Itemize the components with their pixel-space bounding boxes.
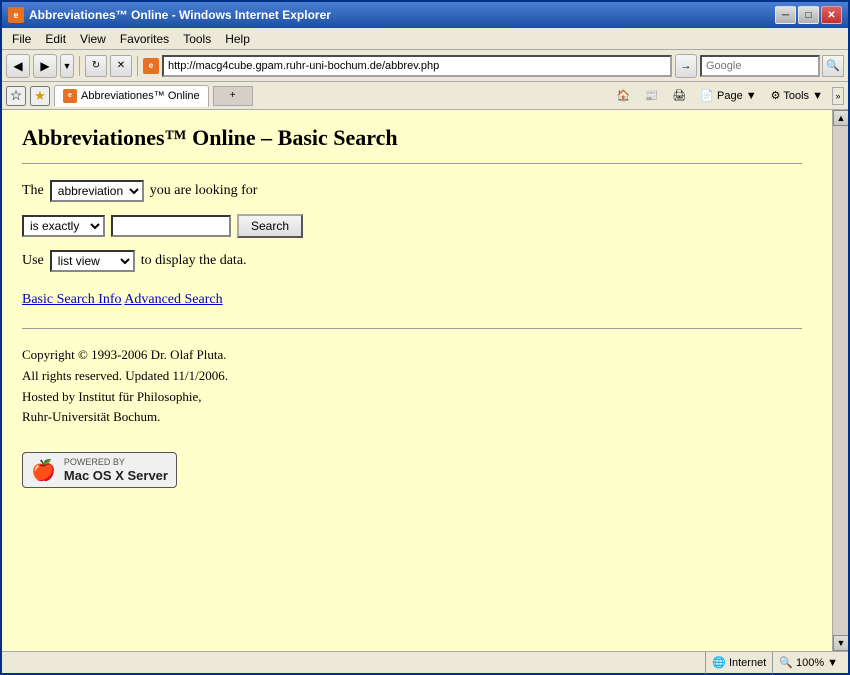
nav-separator bbox=[79, 56, 80, 76]
maximize-button[interactable]: □ bbox=[798, 6, 819, 24]
the-label: The bbox=[22, 183, 44, 199]
window-title: Abbreviationes™ Online - Windows Interne… bbox=[29, 8, 331, 22]
google-search-button[interactable]: 🔍 bbox=[822, 55, 844, 77]
tab-favicon: e bbox=[63, 89, 77, 103]
zoom-level-label: 100% bbox=[796, 657, 824, 669]
toolbar-right: 🏠 📰 🖨 📄 Page ▼ ⚙ Tools ▼ » bbox=[612, 87, 844, 105]
menu-favorites[interactable]: Favorites bbox=[114, 30, 175, 47]
status-zoom-panel[interactable]: 🔍 100% ▼ bbox=[772, 652, 844, 674]
footer-line2: All rights reserved. Updated 11/1/2006. bbox=[22, 366, 802, 387]
search-form: The abbreviation expansion title you are… bbox=[22, 180, 802, 272]
apple-logo-icon: 🍎 bbox=[31, 458, 56, 483]
title-bar-left: e Abbreviationes™ Online - Windows Inter… bbox=[8, 7, 331, 23]
links-row: Basic Search Info Advanced Search bbox=[22, 292, 802, 308]
tools-button[interactable]: ⚙ Tools ▼ bbox=[766, 87, 828, 104]
address-bar-container: e → bbox=[143, 54, 697, 78]
nav-dropdown-button[interactable]: ▼ bbox=[60, 54, 74, 78]
nav-separator-2 bbox=[137, 56, 138, 76]
type-select[interactable]: abbreviation expansion title bbox=[50, 180, 144, 202]
footer: Copyright © 1993-2006 Dr. Olaf Pluta. Al… bbox=[22, 345, 802, 428]
menu-file[interactable]: File bbox=[6, 30, 37, 47]
divider-bottom bbox=[22, 328, 802, 329]
page-content: Abbreviationes™ Online – Basic Search Th… bbox=[2, 110, 832, 508]
advanced-search-link[interactable]: Advanced Search bbox=[124, 292, 222, 307]
zoom-icon: 🔍 bbox=[779, 656, 793, 669]
menu-help[interactable]: Help bbox=[219, 30, 256, 47]
home-button[interactable]: 🏠 bbox=[612, 87, 636, 104]
scroll-down-button[interactable]: ▼ bbox=[833, 635, 848, 651]
close-button[interactable]: ✕ bbox=[821, 6, 842, 24]
menu-edit[interactable]: Edit bbox=[39, 30, 72, 47]
view-select[interactable]: list view table view detail view bbox=[50, 250, 135, 272]
powered-by-label: POWERED BY bbox=[64, 457, 168, 468]
form-row-1: The abbreviation expansion title you are… bbox=[22, 180, 802, 202]
toolbar-more-button[interactable]: » bbox=[832, 87, 844, 105]
minimize-button[interactable]: ─ bbox=[775, 6, 796, 24]
menu-tools[interactable]: Tools bbox=[177, 30, 217, 47]
apple-logo-container: 🍎 bbox=[31, 458, 56, 483]
title-bar-buttons: ─ □ ✕ bbox=[775, 6, 842, 24]
add-favorites-button[interactable]: ★ bbox=[30, 86, 50, 106]
menu-bar: File Edit View Favorites Tools Help bbox=[2, 28, 848, 50]
scrollbar: ▲ ▼ bbox=[832, 110, 848, 651]
search-bar-container: 🔍 bbox=[700, 55, 844, 77]
feeds-button[interactable]: 📰 bbox=[640, 87, 664, 104]
use-label: Use bbox=[22, 253, 44, 269]
refresh-button[interactable]: ↻ bbox=[85, 55, 107, 77]
search-button[interactable]: Search bbox=[237, 214, 303, 238]
status-internet-label: Internet bbox=[729, 657, 766, 669]
print-button[interactable]: 🖨 bbox=[667, 87, 691, 104]
mac-badge-text-container: POWERED BY Mac OS X Server bbox=[64, 457, 168, 483]
display-label: to display the data. bbox=[141, 253, 247, 269]
looking-label: you are looking for bbox=[150, 183, 258, 199]
nav-bar: ◀ ▶ ▼ ↻ ✕ e → 🔍 bbox=[2, 50, 848, 82]
footer-line3: Hosted by Institut für Philosophie, bbox=[22, 387, 802, 408]
favorites-star-button[interactable]: ☆ bbox=[6, 86, 26, 106]
footer-line4: Ruhr-Universität Bochum. bbox=[22, 407, 802, 428]
scroll-up-button[interactable]: ▲ bbox=[833, 110, 848, 126]
scroll-track[interactable] bbox=[833, 126, 848, 635]
status-panels: 🌐 Internet 🔍 100% ▼ bbox=[705, 652, 844, 674]
title-bar: e Abbreviationes™ Online - Windows Inter… bbox=[2, 2, 848, 28]
back-button[interactable]: ◀ bbox=[6, 54, 30, 78]
form-row-2: is exactly contains starts with Search bbox=[22, 214, 802, 238]
google-search-input[interactable] bbox=[700, 55, 820, 77]
match-select[interactable]: is exactly contains starts with bbox=[22, 215, 105, 237]
basic-search-info-link[interactable]: Basic Search Info bbox=[22, 292, 122, 307]
go-button[interactable]: → bbox=[675, 54, 697, 78]
active-tab[interactable]: e Abbreviationes™ Online bbox=[54, 85, 209, 107]
status-globe-icon: 🌐 bbox=[712, 656, 726, 669]
status-bar: 🌐 Internet 🔍 100% ▼ bbox=[2, 651, 848, 673]
mac-os-label: Mac OS X Server bbox=[64, 468, 168, 483]
forward-button[interactable]: ▶ bbox=[33, 54, 57, 78]
page-button[interactable]: 📄 Page ▼ bbox=[695, 87, 761, 104]
address-favicon: e bbox=[143, 58, 159, 74]
tab-bar: ☆ ★ e Abbreviationes™ Online + 🏠 📰 🖨 📄 P… bbox=[2, 82, 848, 110]
mac-badge: 🍎 POWERED BY Mac OS X Server bbox=[22, 452, 177, 488]
form-row-3: Use list view table view detail view to … bbox=[22, 250, 802, 272]
search-text-input[interactable] bbox=[111, 215, 231, 237]
divider-top bbox=[22, 163, 802, 164]
status-internet-panel: 🌐 Internet bbox=[705, 652, 772, 674]
tab-label: Abbreviationes™ Online bbox=[81, 90, 200, 102]
add-tab-button[interactable]: + bbox=[213, 86, 253, 106]
browser-icon: e bbox=[8, 7, 24, 23]
page-title: Abbreviationes™ Online – Basic Search bbox=[22, 125, 802, 151]
content-area: Abbreviationes™ Online – Basic Search Th… bbox=[2, 110, 848, 651]
stop-button[interactable]: ✕ bbox=[110, 55, 132, 77]
address-input[interactable] bbox=[162, 55, 672, 77]
browser-window: e Abbreviationes™ Online - Windows Inter… bbox=[0, 0, 850, 675]
footer-line1: Copyright © 1993-2006 Dr. Olaf Pluta. bbox=[22, 345, 802, 366]
menu-view[interactable]: View bbox=[74, 30, 112, 47]
zoom-dropdown-icon: ▼ bbox=[827, 657, 838, 669]
